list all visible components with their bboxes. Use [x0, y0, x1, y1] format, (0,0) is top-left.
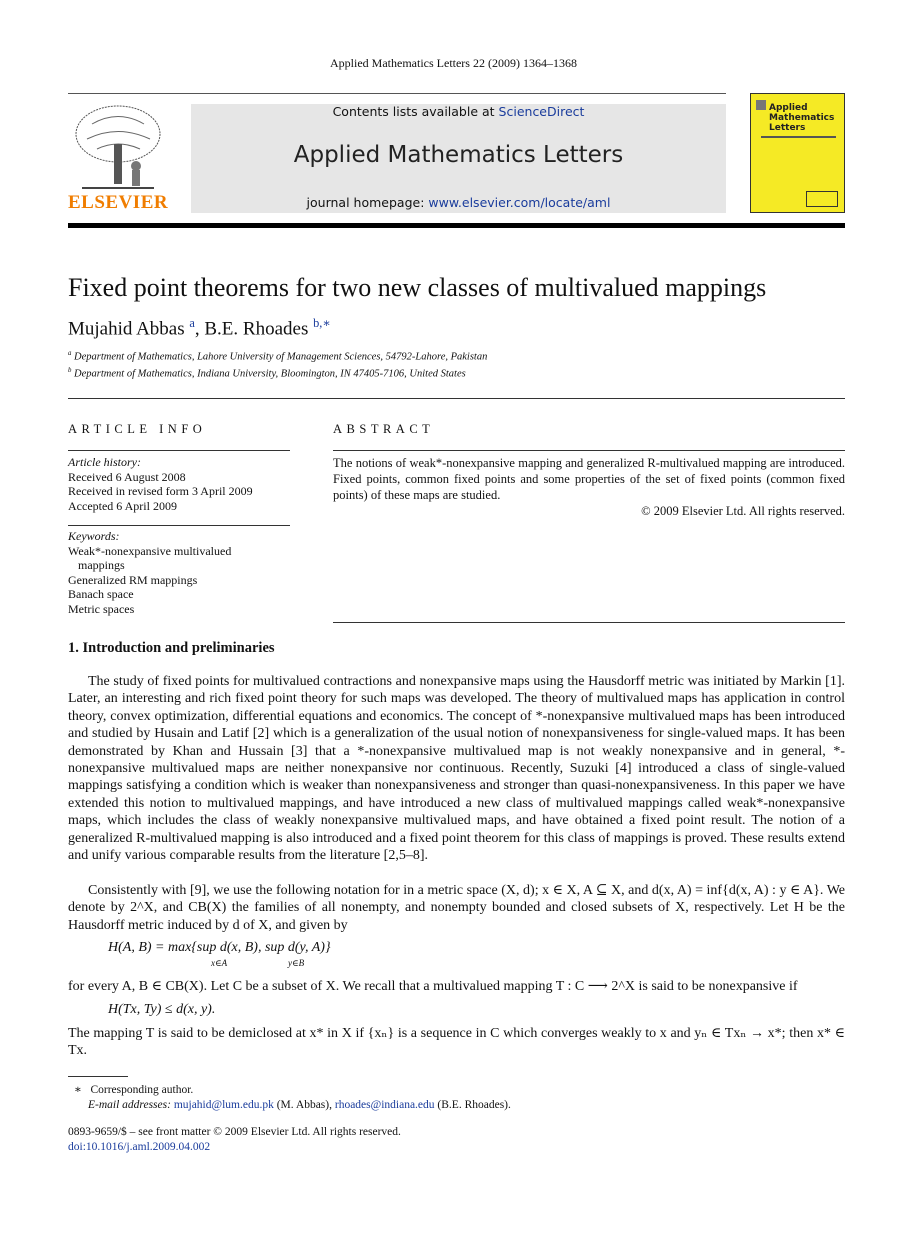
- author-name: B.E. Rhoades: [204, 318, 309, 340]
- keyword: Banach space: [68, 587, 134, 601]
- abstract-heading: ABSTRACT: [333, 422, 435, 436]
- contents-line: Contents lists available at ScienceDirec…: [191, 104, 726, 119]
- cover-title: Applied Mathematics Letters: [769, 103, 834, 133]
- footnote-divider: [68, 1076, 128, 1077]
- affiliation: b Department of Mathematics, Indiana Uni…: [68, 367, 466, 380]
- keyword: Metric spaces: [68, 601, 135, 616]
- header-rule: [68, 223, 845, 228]
- divider: [333, 450, 845, 451]
- affiliation-text: Department of Mathematics, Lahore Univer…: [74, 351, 488, 363]
- cover-subtitle-line: [761, 136, 836, 138]
- affiliation-mark[interactable]: a: [189, 316, 194, 330]
- journal-cover: Applied Mathematics Letters: [750, 93, 845, 213]
- history-item: Accepted 6 April 2009: [68, 498, 177, 513]
- author-list: Mujahid Abbas a, B.E. Rhoades b,∗: [68, 316, 331, 340]
- elsevier-logo: ELSEVIER: [68, 104, 168, 214]
- cover-title-line: Mathematics: [769, 113, 835, 123]
- keywords: Keywords: Weak*-nonexpansive multivalued…: [68, 529, 231, 616]
- elsevier-tree-icon: [75, 105, 161, 189]
- divider: [68, 398, 845, 399]
- article-history: Article history: Received 6 August 2008 …: [68, 455, 253, 513]
- footnote-text: Corresponding author.: [90, 1084, 194, 1096]
- author-name: Mujahid Abbas: [68, 318, 185, 340]
- sciencedirect-link[interactable]: ScienceDirect: [499, 104, 585, 119]
- paragraph: Consistently with [9], we use the follow…: [68, 883, 845, 933]
- equation-nonexpansive: H(Tx, Ty) ≤ d(x, y).: [108, 1002, 216, 1017]
- cover-logo-icon: [756, 100, 766, 110]
- issn-line: 0893-9659/$ – see front matter © 2009 El…: [68, 1126, 401, 1138]
- affiliation-text: Department of Mathematics, Indiana Unive…: [74, 368, 466, 380]
- article-info-heading: ARTICLE INFO: [68, 422, 207, 436]
- affiliation: a Department of Mathematics, Lahore Univ…: [68, 350, 487, 363]
- cover-title-line: Letters: [769, 123, 806, 133]
- abstract: The notions of weak*-nonexpansive mappin…: [333, 455, 845, 519]
- running-header: Applied Mathematics Letters 22 (2009) 13…: [330, 56, 577, 70]
- abstract-copyright: © 2009 Elsevier Ltd. All rights reserved…: [641, 504, 845, 518]
- keyword: Weak*-nonexpansive multivalued: [68, 543, 232, 558]
- divider: [68, 93, 726, 94]
- email-owner: (B.E. Rhoades).: [434, 1099, 511, 1111]
- history-item: Received 6 August 2008: [68, 469, 186, 484]
- email-link[interactable]: rhoades@indiana.edu: [335, 1099, 435, 1111]
- homepage-line: journal homepage: www.elsevier.com/locat…: [191, 195, 726, 210]
- paragraph: The study of fixed points for multivalue…: [68, 674, 845, 864]
- email-link[interactable]: mujahid@lum.edu.pk: [174, 1099, 274, 1111]
- journal-title: Applied Mathematics Letters: [293, 142, 624, 168]
- paper-page: Applied Mathematics Letters 22 (2009) 13…: [0, 0, 907, 1238]
- equation-hausdorff: H(A, B) = max{sup d(x, B), sup d(y, A)} …: [108, 940, 331, 968]
- cover-title-line: Applied: [769, 103, 808, 113]
- publisher-name: ELSEVIER: [68, 192, 169, 213]
- email-label: E-mail addresses:: [88, 1099, 171, 1111]
- keyword: Generalized RM mappings: [68, 572, 198, 587]
- equation-text: H(A, B) = max{sup d(x, B), sup d(y, A)}: [108, 940, 331, 955]
- divider: [333, 622, 845, 623]
- equation-subscript: x∈A: [211, 958, 228, 968]
- history-item: Received in revised form 3 April 2009: [68, 484, 253, 498]
- paragraph: The mapping T is said to be demiclosed a…: [68, 1026, 845, 1059]
- article-title: Fixed point theorems for two new classes…: [68, 273, 767, 302]
- affiliation-mark: b: [68, 367, 72, 374]
- footnote: ∗ Corresponding author.: [74, 1082, 193, 1096]
- homepage-link[interactable]: www.elsevier.com/locate/aml: [428, 195, 610, 210]
- journal-banner: Contents lists available at ScienceDirec…: [191, 104, 726, 213]
- contents-prefix: Contents lists available at: [332, 104, 499, 119]
- footnote-mark: ∗: [74, 1084, 82, 1096]
- affiliation-mark: a: [68, 350, 72, 357]
- affiliation-mark[interactable]: b,∗: [313, 316, 331, 330]
- divider: [68, 525, 290, 526]
- abstract-text: The notions of weak*-nonexpansive mappin…: [333, 456, 845, 502]
- email-footnote: E-mail addresses: mujahid@lum.edu.pk (M.…: [88, 1099, 511, 1111]
- history-label: Article history:: [68, 455, 141, 469]
- homepage-prefix: journal homepage:: [306, 195, 429, 210]
- paragraph: for every A, B ∈ CB(X). Let C be a subse…: [68, 979, 798, 994]
- doi-link[interactable]: doi:10.1016/j.aml.2009.04.002: [68, 1141, 210, 1153]
- equation-subscript: y∈B: [288, 958, 305, 968]
- section-heading: 1. Introduction and preliminaries: [68, 640, 275, 656]
- email-owner: (M. Abbas),: [273, 1099, 335, 1111]
- keywords-label: Keywords:: [68, 529, 120, 543]
- cover-badge: [806, 191, 838, 207]
- keyword: mappings: [78, 558, 125, 572]
- divider: [68, 450, 290, 451]
